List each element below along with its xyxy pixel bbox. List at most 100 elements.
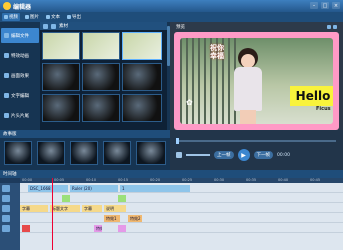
app-logo-icon bbox=[3, 2, 11, 10]
sidebar-item-picture[interactable]: 画面效果 bbox=[1, 68, 39, 83]
preview-stage: 祝你幸福 Hello Ficus ✿ bbox=[174, 32, 339, 130]
toolbar-text[interactable]: 文本 bbox=[44, 13, 62, 21]
ruler-tick: 00:15 bbox=[118, 178, 129, 182]
image-icon bbox=[25, 15, 29, 19]
toolbar-text-label: 文本 bbox=[51, 15, 60, 20]
media-thumbnail[interactable] bbox=[82, 94, 120, 122]
text-clip[interactable]: 标题文字 bbox=[50, 205, 80, 212]
overlay-hello-text: Hello bbox=[290, 86, 333, 106]
ruler-tick: 00:10 bbox=[86, 178, 97, 182]
import-icon[interactable] bbox=[43, 23, 48, 29]
playhead[interactable] bbox=[52, 178, 53, 250]
volume-slider[interactable] bbox=[186, 154, 210, 156]
picture-icon bbox=[4, 73, 9, 78]
video-icon bbox=[4, 15, 8, 19]
fullscreen-icon[interactable] bbox=[333, 25, 337, 29]
export-icon bbox=[67, 15, 71, 19]
video-clip[interactable]: DSC_1668 bbox=[28, 185, 68, 192]
settings-icon[interactable] bbox=[327, 25, 331, 29]
overlay-track: 特效3 bbox=[20, 225, 343, 233]
main-toolbar: 视频 图片 文本 导出 bbox=[0, 12, 343, 22]
effect-track: 特效1 特效2 bbox=[20, 215, 343, 223]
text-icon bbox=[4, 93, 9, 98]
storyboard-frame[interactable] bbox=[103, 141, 131, 165]
toolbar-export-label: 导出 bbox=[72, 15, 81, 20]
effect-clip[interactable]: 特效1 bbox=[104, 215, 120, 222]
audio-clip[interactable] bbox=[118, 195, 126, 202]
text-icon bbox=[46, 15, 50, 19]
media-library bbox=[40, 30, 167, 130]
overlay-hello-subtext: Ficus bbox=[316, 106, 331, 112]
preview-photo: 祝你幸福 Hello Ficus ✿ bbox=[180, 38, 333, 124]
sidebar-item-label: 文字编辑 bbox=[11, 93, 29, 99]
effect-track-icon[interactable] bbox=[2, 215, 10, 222]
video-clip[interactable]: 1 bbox=[120, 185, 190, 192]
toolbar-video[interactable]: 视频 bbox=[2, 13, 20, 21]
title-bar bbox=[0, 0, 343, 12]
grid-view-icon[interactable] bbox=[51, 23, 56, 29]
ruler-tick: 00:00 bbox=[22, 178, 33, 182]
audio-track-icon[interactable] bbox=[2, 195, 10, 202]
overlay-clip[interactable] bbox=[22, 225, 30, 232]
media-thumbnail[interactable] bbox=[42, 32, 80, 60]
text-clip[interactable]: 字幕 bbox=[82, 205, 102, 212]
preview-tab-label[interactable]: 预览 bbox=[176, 24, 185, 30]
storyboard-frame[interactable] bbox=[4, 141, 32, 165]
storyboard-header: 故事版 bbox=[0, 130, 170, 138]
overlay-blessing-text: 祝你幸福 bbox=[210, 44, 224, 60]
effect-clip[interactable]: 特效2 bbox=[128, 215, 142, 222]
star-icon: ✿ bbox=[186, 98, 193, 107]
video-clip[interactable]: Ruler (20) bbox=[70, 185, 118, 192]
ruler-tick: 00:20 bbox=[150, 178, 161, 182]
sidebar-item-label: 画面效果 bbox=[11, 73, 29, 79]
storyboard-frame[interactable] bbox=[70, 141, 98, 165]
next-frame-button[interactable]: 下一帧 bbox=[253, 151, 273, 159]
volume-icon[interactable] bbox=[176, 152, 182, 158]
seek-handle[interactable] bbox=[176, 138, 179, 144]
photo-subject-face bbox=[241, 54, 255, 68]
app-title: 编辑器 bbox=[13, 4, 32, 11]
media-thumbnail[interactable] bbox=[42, 94, 80, 122]
text-clip[interactable]: 说明 bbox=[104, 205, 126, 212]
sidebar-item-edit[interactable]: 编辑文件 bbox=[1, 28, 39, 43]
photo-subject-legs bbox=[240, 110, 256, 124]
media-thumbnail[interactable] bbox=[82, 63, 120, 91]
media-thumbnail[interactable] bbox=[122, 63, 162, 91]
maximize-icon[interactable]: □ bbox=[321, 2, 329, 9]
track-headers bbox=[0, 183, 20, 250]
overlay-clip[interactable] bbox=[118, 225, 126, 232]
overlay-track-icon[interactable] bbox=[2, 225, 10, 232]
playback-controls: 上一帧 ▶ 下一帧 00:00 bbox=[176, 148, 340, 162]
effects-icon bbox=[4, 53, 9, 58]
timeline-header: 时间轴 bbox=[0, 170, 343, 178]
sidebar-item-intro[interactable]: 片头片尾 bbox=[1, 108, 39, 123]
close-icon[interactable]: × bbox=[332, 2, 340, 9]
prev-frame-button[interactable]: 上一帧 bbox=[214, 151, 234, 159]
toolbar-export[interactable]: 导出 bbox=[65, 13, 83, 21]
sidebar-item-effects[interactable]: 特效动画 bbox=[1, 48, 39, 63]
storyboard-frame[interactable] bbox=[37, 141, 65, 165]
window-controls: – □ × bbox=[310, 2, 340, 9]
video-track-icon[interactable] bbox=[2, 185, 10, 192]
media-thumbnail[interactable] bbox=[42, 63, 80, 91]
sidebar-item-label: 特效动画 bbox=[11, 53, 29, 59]
media-thumbnail[interactable] bbox=[82, 32, 120, 60]
ruler-tick: 00:40 bbox=[278, 178, 289, 182]
media-thumbnail[interactable] bbox=[122, 94, 162, 122]
audio-clip[interactable] bbox=[62, 195, 70, 202]
toolbar-image[interactable]: 图片 bbox=[23, 13, 41, 21]
library-label: 素材 bbox=[59, 24, 68, 29]
storyboard-frame[interactable] bbox=[136, 141, 166, 165]
seek-bar[interactable] bbox=[176, 140, 336, 142]
text-track: 字幕 标题文字 字幕 说明 bbox=[20, 205, 343, 213]
minimize-icon[interactable]: – bbox=[310, 2, 318, 9]
photo-subject-body bbox=[234, 67, 262, 111]
video-track: DSC_1668 Ruler (20) 1 bbox=[20, 185, 343, 193]
play-button[interactable]: ▶ bbox=[237, 149, 250, 161]
ruler-tick: 00:45 bbox=[310, 178, 321, 182]
text-clip[interactable]: 字幕 bbox=[20, 205, 48, 212]
media-thumbnail[interactable] bbox=[122, 32, 162, 60]
text-track-icon[interactable] bbox=[2, 205, 10, 212]
overlay-clip[interactable]: 特效3 bbox=[94, 225, 102, 232]
sidebar-item-text[interactable]: 文字编辑 bbox=[1, 88, 39, 103]
